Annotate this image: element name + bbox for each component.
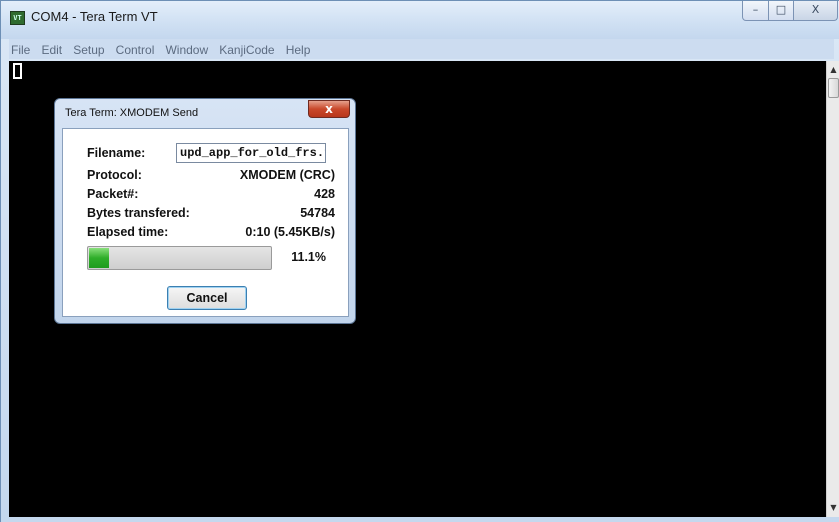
menu-window[interactable]: Window xyxy=(163,40,212,57)
vertical-scrollbar[interactable]: ▲ ▼ xyxy=(826,61,839,517)
title-bar[interactable]: VT COM4 - Tera Term VT – □ X xyxy=(1,1,839,39)
menu-control[interactable]: Control xyxy=(114,40,159,57)
filename-field[interactable]: upd_app_for_old_frs.t xyxy=(176,143,326,163)
tera-term-app-icon[interactable]: VT xyxy=(10,11,25,25)
scroll-up-arrow-icon[interactable]: ▲ xyxy=(827,63,839,77)
menu-file[interactable]: File xyxy=(9,40,34,57)
elapsed-label: Elapsed time: xyxy=(87,225,169,239)
protocol-label: Protocol: xyxy=(87,168,142,182)
bytes-value: 54784 xyxy=(300,206,335,220)
menu-bar: File Edit Setup Control Window KanjiCode… xyxy=(9,39,834,59)
terminal-cursor xyxy=(13,63,22,79)
menu-kanjicode[interactable]: KanjiCode xyxy=(217,40,278,57)
scroll-down-arrow-icon[interactable]: ▼ xyxy=(827,501,839,515)
xmodem-send-dialog: Tera Term: XMODEM Send x Filename: upd_a… xyxy=(54,98,356,324)
progress-fill xyxy=(89,248,109,268)
cancel-button[interactable]: Cancel xyxy=(167,286,247,310)
scrollbar-thumb[interactable] xyxy=(828,78,839,98)
packet-value: 428 xyxy=(314,187,335,201)
packet-row: Packet#: 428 xyxy=(87,186,335,204)
menu-setup[interactable]: Setup xyxy=(71,40,108,57)
close-button[interactable]: X xyxy=(793,1,838,21)
protocol-value: XMODEM (CRC) xyxy=(239,168,335,182)
dialog-close-button[interactable]: x xyxy=(308,100,350,118)
dialog-body: Filename: upd_app_for_old_frs.t Protocol… xyxy=(62,128,349,317)
bytes-row: Bytes transfered: 54784 xyxy=(87,205,335,223)
transfer-progress-bar xyxy=(87,246,272,270)
maximize-button[interactable]: □ xyxy=(768,1,794,21)
packet-label: Packet#: xyxy=(87,187,139,201)
protocol-row: Protocol: XMODEM (CRC) xyxy=(87,167,335,185)
filename-label: Filename: xyxy=(87,146,146,160)
menu-edit[interactable]: Edit xyxy=(39,40,66,57)
menu-help[interactable]: Help xyxy=(284,40,315,57)
progress-percent: 11.1% xyxy=(291,250,326,264)
bytes-label: Bytes transfered: xyxy=(87,206,190,220)
elapsed-value: 0:10 (5.45KB/s) xyxy=(245,225,335,239)
dialog-title: Tera Term: XMODEM Send xyxy=(65,107,199,119)
minimize-button[interactable]: – xyxy=(742,1,769,21)
window-title: COM4 - Tera Term VT xyxy=(31,9,158,24)
elapsed-row: Elapsed time: 0:10 (5.45KB/s) xyxy=(87,224,335,242)
